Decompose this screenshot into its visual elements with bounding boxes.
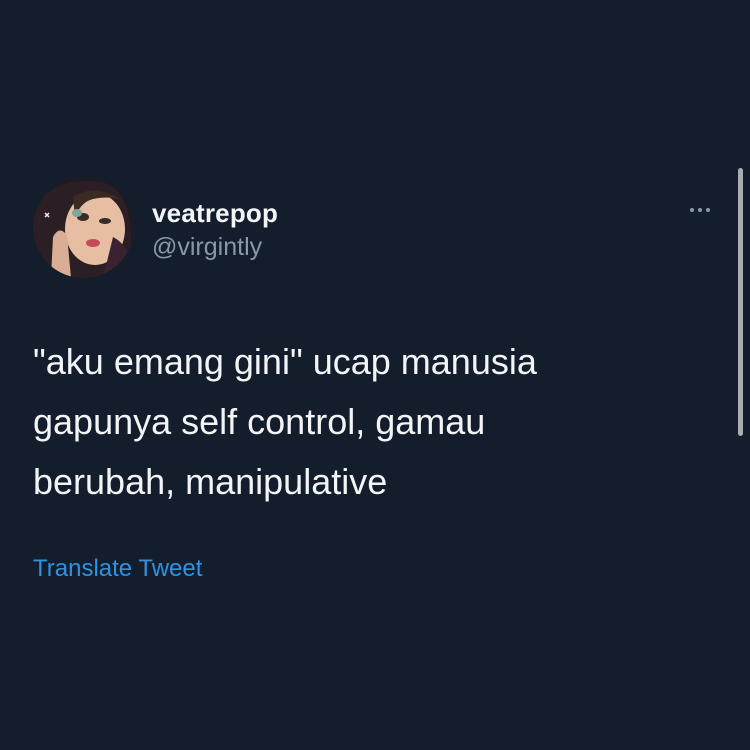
tweet-text-line: "aku emang gini" ucap manusia bbox=[33, 341, 537, 382]
more-options-button[interactable] bbox=[680, 200, 720, 220]
avatar[interactable] bbox=[33, 177, 134, 278]
tweet-text-line: gapunya self control, gamau bbox=[33, 401, 486, 442]
display-name[interactable]: veatrepop bbox=[152, 198, 278, 229]
username-handle[interactable]: @virgintly bbox=[152, 233, 262, 262]
scrollbar[interactable] bbox=[738, 168, 743, 436]
ellipsis-icon bbox=[690, 208, 694, 212]
ellipsis-icon bbox=[706, 208, 710, 212]
tweet-screen: veatrepop @virgintly "aku emang gini" uc… bbox=[0, 0, 750, 750]
translate-tweet-link[interactable]: Translate Tweet bbox=[33, 555, 202, 583]
tweet-text-line: berubah, manipulative bbox=[33, 461, 388, 502]
ellipsis-icon bbox=[698, 208, 702, 212]
tweet-text: "aku emang gini" ucap manusia gapunya se… bbox=[33, 332, 673, 512]
profile-photo-icon bbox=[33, 177, 134, 278]
